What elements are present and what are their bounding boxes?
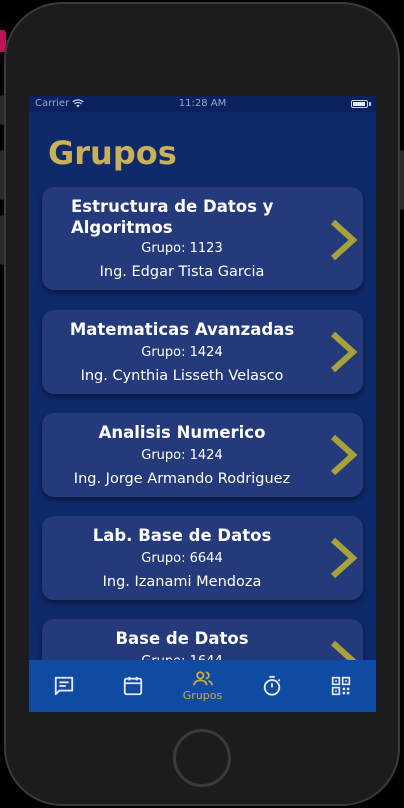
- tab-bar: Grupos: [29, 660, 376, 712]
- group-card[interactable]: Analisis Numerico Grupo: 1424 Ing. Jorge…: [42, 413, 363, 497]
- battery-tip: [369, 102, 371, 106]
- group-name: Analisis Numerico: [98, 423, 266, 442]
- group-card[interactable]: Matematicas Avanzadas Grupo: 1424 Ing. C…: [42, 310, 363, 394]
- volume-down-button: [0, 215, 4, 265]
- page-title: Grupos: [48, 134, 177, 172]
- status-bar: Carrier 11:28 AM: [29, 96, 376, 112]
- status-time: 11:28 AM: [178, 98, 227, 109]
- chevron-right-icon: [330, 331, 358, 373]
- chevron-right-icon: [330, 537, 358, 579]
- group-name: Matematicas Avanzadas: [69, 320, 295, 339]
- app-screen: Carrier 11:28 AM Grupos Estructura de Da…: [29, 96, 376, 712]
- power-button: [400, 150, 404, 210]
- chat-icon: [54, 676, 73, 696]
- tab-qr[interactable]: [307, 660, 376, 712]
- device-frame: Carrier 11:28 AM Grupos Estructura de Da…: [0, 0, 404, 808]
- group-number: Grupo: 1424: [141, 448, 223, 463]
- tab-label-grupos: Grupos: [182, 689, 223, 702]
- volume-up-button: [0, 150, 4, 200]
- group-card[interactable]: Estructura de Datos y Algoritmos Grupo: …: [42, 187, 363, 290]
- group-professor: Ing. Izanami Mendoza: [102, 574, 262, 590]
- group-professor: Ing. Edgar Tista Garcia: [99, 264, 265, 280]
- tab-timer[interactable]: [237, 660, 306, 712]
- battery-icon: [351, 100, 368, 108]
- calendar-icon: [123, 676, 143, 696]
- chevron-right-icon: [330, 434, 358, 476]
- group-name-line1: Estructura de Datos y: [71, 197, 274, 216]
- tab-calendar[interactable]: [98, 660, 167, 712]
- group-name: Estructura de Datos y Algoritmos: [71, 196, 331, 238]
- group-number: Grupo: 1123: [141, 241, 223, 256]
- tab-messages[interactable]: [29, 660, 98, 712]
- group-name: Lab. Base de Datos: [92, 526, 272, 545]
- group-name: Base de Datos: [115, 629, 249, 648]
- group-number: Grupo: 1424: [141, 345, 223, 360]
- mute-switch: [0, 95, 4, 125]
- stopwatch-icon: [263, 675, 281, 696]
- qr-code-icon: [332, 676, 351, 696]
- chevron-right-icon: [330, 219, 358, 261]
- tab-grupos[interactable]: Grupos: [168, 660, 237, 712]
- group-card[interactable]: Lab. Base de Datos Grupo: 6644 Ing. Izan…: [42, 516, 363, 600]
- people-icon: [192, 671, 213, 686]
- group-professor: Ing. Jorge Armando Rodriguez: [73, 471, 291, 487]
- group-professor: Ing. Cynthia Lisseth Velasco: [80, 368, 284, 384]
- group-name-line2: Algoritmos: [71, 218, 173, 237]
- group-number: Grupo: 6644: [141, 551, 223, 566]
- home-button[interactable]: [173, 729, 231, 787]
